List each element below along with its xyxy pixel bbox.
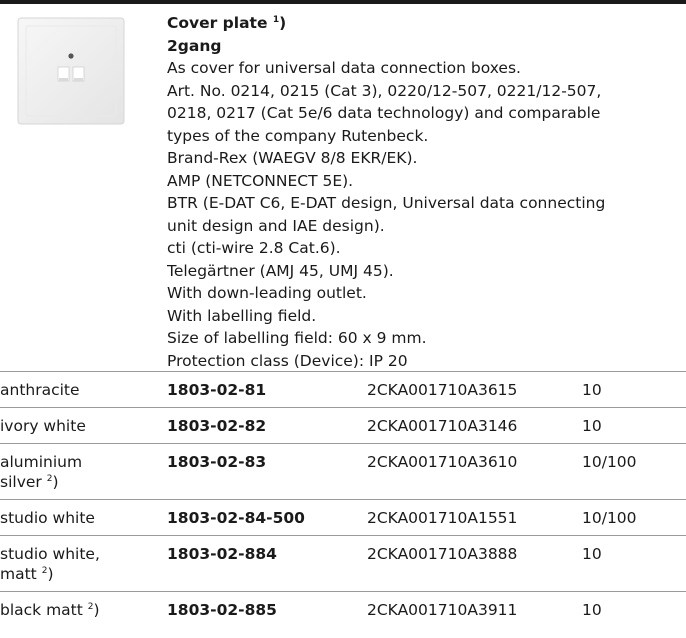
variants-table: anthracite 1803-02-81 2CKA001710A3615 10 ivo… [0, 371, 686, 627]
product-description: Cover plate 1) 2gang As cover for univer… [167, 12, 677, 372]
article-number: 1803-02-885 [167, 601, 277, 619]
colour-cell: studio white, matt 2) [0, 535, 167, 592]
footnote-marker: 2 [41, 566, 48, 576]
article-number: 1803-02-84-500 [167, 509, 305, 527]
description-line: With labelling field. [167, 306, 317, 325]
colour-name: ivory white [0, 417, 86, 435]
colour-name: studio white [0, 509, 95, 527]
description-line: 0218, 0217 (Cat 5e/6 data technology) an… [167, 104, 601, 122]
pack-unit: 10 [582, 381, 602, 399]
product-subtitle: 2gang [167, 36, 222, 55]
variant-row: anthracite 1803-02-81 2CKA001710A3615 10 [0, 371, 686, 408]
colour-cell: aluminium silver 2) [0, 443, 167, 500]
description-line: Telegärtner (AMJ 45, UMJ 45). [167, 261, 394, 280]
colour-name: aluminium [0, 453, 83, 471]
order-code: 2CKA001710A3911 [367, 601, 518, 619]
cover-plate-image [17, 17, 125, 125]
article-number: 1803-02-82 [167, 417, 267, 435]
colour-name: matt [0, 565, 37, 583]
description-line: unit design and IAE design). [167, 216, 385, 235]
description-line: With down-leading outlet. [167, 284, 367, 302]
pack-unit: 10/100 [582, 453, 637, 471]
pack-unit: 10 [582, 417, 602, 435]
variant-row: aluminium silver 2) 1803-02-83 2CKA001710A3… [0, 443, 686, 500]
description-line: Brand-Rex (WAEGV 8/8 EKR/EK). [167, 149, 418, 167]
variant-row: studio white, matt 2) 1803-02-884 2CKA00171… [0, 535, 686, 592]
pack-unit: 10/100 [582, 509, 637, 527]
order-code: 2CKA001710A3615 [367, 381, 518, 399]
colour-name: anthracite [0, 381, 80, 399]
description-line: cti (cti-wire 2.8 Cat.6). [167, 239, 341, 257]
footnote-marker: 2 [46, 474, 53, 484]
description-line: Size of labelling field: 60 x 9 mm. [167, 329, 427, 347]
colour-cell: ivory white [0, 407, 167, 444]
description-line: Art. No. 0214, 0215 (Cat 3), 0220/12-507… [167, 81, 602, 100]
description-line: Protection class (Device): IP 20 [167, 351, 408, 370]
article-number: 1803-02-884 [167, 545, 277, 563]
description-line: BTR (E-DAT C6, E-DAT design, Universal d… [167, 194, 606, 212]
article-number: 1803-02-83 [167, 453, 267, 471]
colour-name: silver [0, 473, 42, 491]
colour-cell: studio white [0, 499, 167, 536]
article-number: 1803-02-81 [167, 381, 267, 399]
top-rule [0, 0, 686, 4]
colour-cell: black matt 2) [0, 591, 167, 627]
pack-unit: 10 [582, 601, 602, 619]
variant-row: black matt 2) 1803-02-885 2CKA001710A3911 1… [0, 591, 686, 627]
order-code: 2CKA001710A3146 [367, 417, 518, 435]
description-line: types of the company Rutenbeck. [167, 126, 429, 145]
colour-name: black matt [0, 601, 83, 619]
order-code: 2CKA001710A3888 [367, 545, 518, 563]
variant-row: ivory white 1803-02-82 2CKA001710A3146 10 [0, 407, 686, 444]
description-line: AMP (NETCONNECT 5E). [167, 171, 354, 190]
order-code: 2CKA001710A3610 [367, 453, 518, 471]
colour-name: studio white, [0, 545, 100, 563]
description-line: As cover for universal data connection b… [167, 59, 521, 77]
product-title: Cover plate 1) [167, 14, 287, 32]
variant-row: studio white 1803-02-84-500 2CKA001710A155… [0, 499, 686, 536]
pack-unit: 10 [582, 545, 602, 563]
colour-cell: anthracite [0, 371, 167, 408]
footnote-marker: 2 [87, 602, 94, 612]
order-code: 2CKA001710A1551 [367, 509, 518, 527]
